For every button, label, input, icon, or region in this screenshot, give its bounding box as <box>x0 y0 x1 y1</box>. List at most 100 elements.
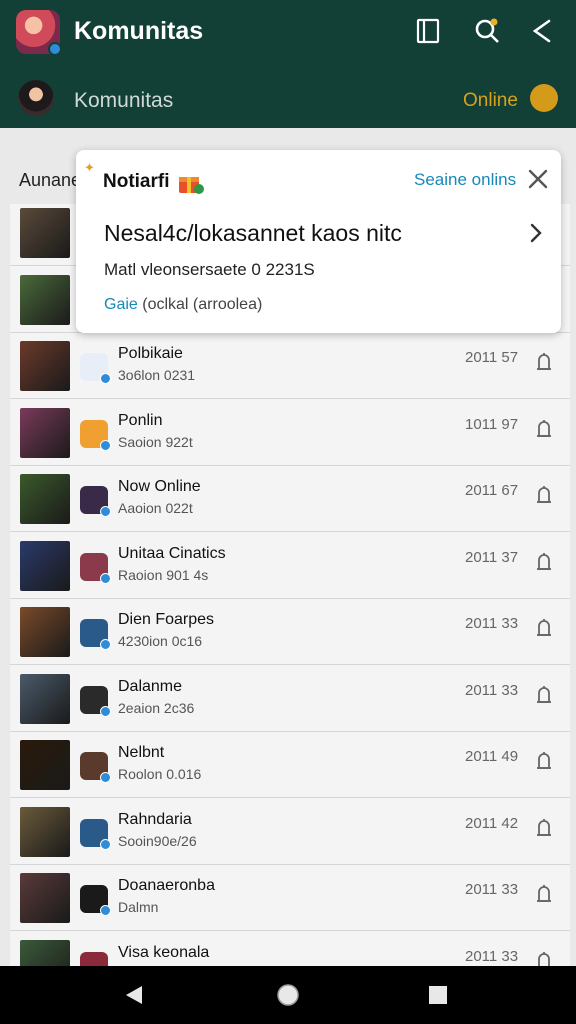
item-time: 2011 33 <box>465 881 519 898</box>
item-subtitle: Saoion 922t <box>118 433 193 450</box>
item-badge-icon <box>80 951 108 966</box>
item-time: 2011 42 <box>465 814 519 832</box>
item-time: 2011 33 <box>465 681 519 699</box>
item-time: 2011 49 <box>465 748 519 765</box>
bell-icon[interactable] <box>535 551 553 573</box>
item-time: 2011 57 <box>465 349 519 366</box>
item-thumbnail <box>20 341 70 391</box>
badge-dot <box>100 506 111 517</box>
list-item[interactable]: Nelbnt Roolon 0.016 2011 49 <box>10 732 570 798</box>
bell-icon[interactable] <box>535 950 553 966</box>
notification-card[interactable]: ✦ Notiarfi Seaine onlins Nesal4c/lokasan… <box>76 150 561 333</box>
list-item[interactable]: Visa keonala 2011 33 <box>10 931 570 966</box>
status-dot <box>48 42 62 56</box>
item-thumbnail <box>20 939 70 966</box>
item-badge-icon <box>80 486 111 517</box>
list-item[interactable]: Dalanme 2eaion 2c36 2011 33 <box>10 665 570 732</box>
item-title: Dien Foarpes <box>118 611 215 628</box>
chevron-right-icon[interactable] <box>529 223 543 243</box>
bell-icon[interactable] <box>535 484 553 506</box>
item-badge-icon <box>80 619 111 650</box>
item-thumbnail <box>20 673 70 724</box>
item-thumbnail <box>20 873 70 923</box>
item-subtitle: Sooin90e/26 <box>118 832 197 849</box>
app-title: Komunitas <box>74 17 204 45</box>
bell-icon[interactable] <box>535 617 553 639</box>
item-title: Nelbnt <box>118 744 165 761</box>
item-title: Now Online <box>118 478 201 495</box>
item-thumbnail <box>20 540 70 591</box>
item-subtitle: Raoion 901 4s <box>118 566 209 583</box>
notification-link-detail: (oclkal (arroolea) <box>142 296 263 313</box>
community-subtitle: Komunitas <box>74 89 174 112</box>
list-item[interactable]: Now Online Aaoion 022t 2011 67 <box>10 466 570 532</box>
badge-dot <box>100 705 111 717</box>
item-time: 2011 33 <box>465 947 519 965</box>
list-item[interactable]: Dien Foarpes 4230ion 0c16 2011 33 <box>10 599 570 665</box>
badge-dot <box>100 373 111 384</box>
bell-icon[interactable] <box>535 817 553 839</box>
app-bar: Komunitas Komunitas Online <box>0 0 576 128</box>
book-icon[interactable] <box>413 16 443 46</box>
item-thumbnail <box>20 607 70 657</box>
bell-icon[interactable] <box>535 351 553 373</box>
bell-icon[interactable] <box>535 883 553 905</box>
item-thumbnail <box>20 208 70 258</box>
item-thumbnail <box>20 274 70 325</box>
bell-icon[interactable] <box>535 684 553 706</box>
item-time: 1011 97 <box>465 415 519 433</box>
item-time: 2011 37 <box>465 548 519 566</box>
item-subtitle: Dalmn <box>118 899 159 915</box>
notification-body: Matl vleonsersaete 0 2231S <box>104 260 315 279</box>
share-icon[interactable] <box>527 16 557 46</box>
bell-icon[interactable] <box>535 418 553 440</box>
notification-link[interactable]: Gaie <box>104 296 138 313</box>
close-icon[interactable] <box>527 168 549 190</box>
recents-icon[interactable] <box>426 983 450 1007</box>
item-badge-icon <box>80 685 111 717</box>
badge-dot <box>100 838 111 850</box>
item-title: Unitaa Cinatics <box>118 544 226 562</box>
item-title: Doanaeronba <box>118 877 215 894</box>
section-label: Aunane <box>19 170 82 190</box>
item-time: 2011 33 <box>465 615 519 632</box>
item-thumbnail <box>20 740 70 790</box>
item-thumbnail <box>20 474 70 524</box>
user-avatar[interactable] <box>18 80 54 116</box>
list-item[interactable]: Rahndaria Sooin90e/26 2011 42 <box>10 798 570 865</box>
online-status-icon[interactable] <box>530 84 558 112</box>
notification-footer: Gaie (oclkal (arroolea) <box>104 296 262 314</box>
item-title: Polbikaie <box>118 345 183 362</box>
item-subtitle: 3o6lon 0231 <box>118 367 196 383</box>
item-subtitle: Aaoion 022t <box>118 500 193 516</box>
list-item[interactable]: Unitaa Cinatics Raoion 901 4s 2011 37 <box>10 532 570 599</box>
item-badge-icon <box>80 885 111 916</box>
app-avatar[interactable] <box>16 10 62 56</box>
bell-icon[interactable] <box>535 750 553 772</box>
home-icon[interactable] <box>276 983 300 1007</box>
item-thumbnail <box>20 407 70 458</box>
item-subtitle: 4230ion 0c16 <box>118 633 203 649</box>
item-badge-icon <box>80 353 111 384</box>
notification-title: Notiarfi <box>103 171 170 192</box>
badge-dot <box>100 439 111 451</box>
gift-icon <box>176 167 206 197</box>
list-item[interactable]: Doanaeronba Dalmn 2011 33 <box>10 865 570 931</box>
badge-dot <box>100 905 111 916</box>
see-online-link[interactable]: Seaine onlins <box>414 170 516 190</box>
item-title: Visa keonala <box>118 943 210 961</box>
item-badge-icon <box>80 752 111 783</box>
item-thumbnail <box>20 806 70 857</box>
item-title: Ponlin <box>118 411 163 429</box>
online-status-label[interactable]: Online <box>463 90 518 112</box>
badge-dot <box>100 572 111 584</box>
list-item[interactable]: Polbikaie 3o6lon 0231 2011 57 <box>10 333 570 399</box>
badge-dot <box>100 639 111 650</box>
system-nav-bar <box>0 966 576 1024</box>
item-title: Rahndaria <box>118 810 192 828</box>
item-time: 2011 67 <box>465 482 519 499</box>
item-subtitle: 2eaion 2c36 <box>118 699 195 716</box>
back-icon[interactable] <box>122 983 146 1007</box>
search-icon[interactable] <box>472 16 502 46</box>
list-item[interactable]: Ponlin Saoion 922t 1011 97 <box>10 399 570 466</box>
